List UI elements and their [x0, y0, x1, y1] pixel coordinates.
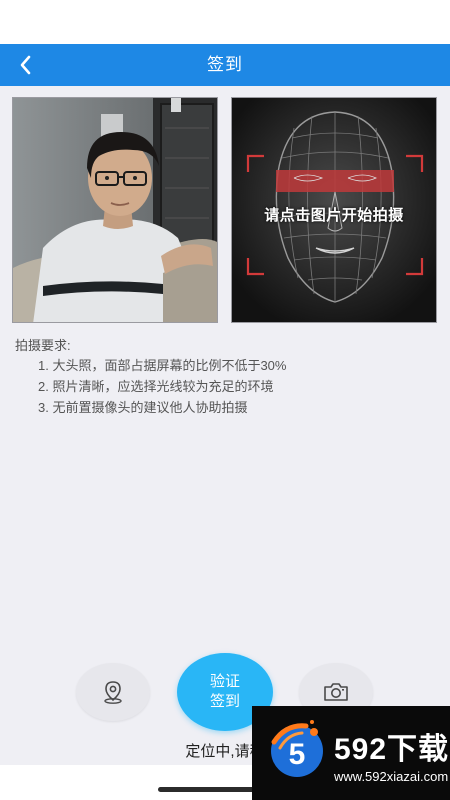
captured-photo[interactable]: [12, 97, 218, 323]
face-capture-prompt: 请点击图片开始拍摄: [264, 207, 404, 224]
requirement-item: 3. 无前置摄像头的建议他人协助拍摄: [38, 400, 248, 415]
location-pin-icon: [104, 681, 122, 704]
verify-label-line1: 验证: [209, 673, 240, 690]
status-bar-area: [0, 0, 450, 44]
watermark-logo: 5: [271, 720, 323, 777]
svg-text:5: 5: [289, 738, 306, 771]
face-capture-template[interactable]: 请点击图片开始拍摄: [231, 97, 437, 323]
requirement-item: 1. 大头照，面部占据屏幕的比例不低于30%: [38, 358, 287, 373]
requirement-item: 2. 照片清晰，应选择光线较为充足的环境: [38, 379, 274, 394]
watermark-brand: 592下载: [334, 733, 450, 766]
watermark-url: www.592xiazai.com: [334, 769, 449, 784]
camera-icon: [324, 683, 348, 701]
requirements-title: 拍摄要求:: [15, 338, 71, 353]
page-title: 签到: [207, 55, 243, 74]
captured-portrait-image: [13, 98, 217, 322]
location-button[interactable]: [76, 663, 150, 721]
navigation-bar: 签到: [0, 44, 450, 86]
site-watermark: 5 592下载 www.592xiazai.com: [252, 706, 450, 800]
requirements-list: 1. 大头照，面部占据屏幕的比例不低于30% 2. 照片清晰，应选择光线较为充足…: [38, 355, 286, 418]
